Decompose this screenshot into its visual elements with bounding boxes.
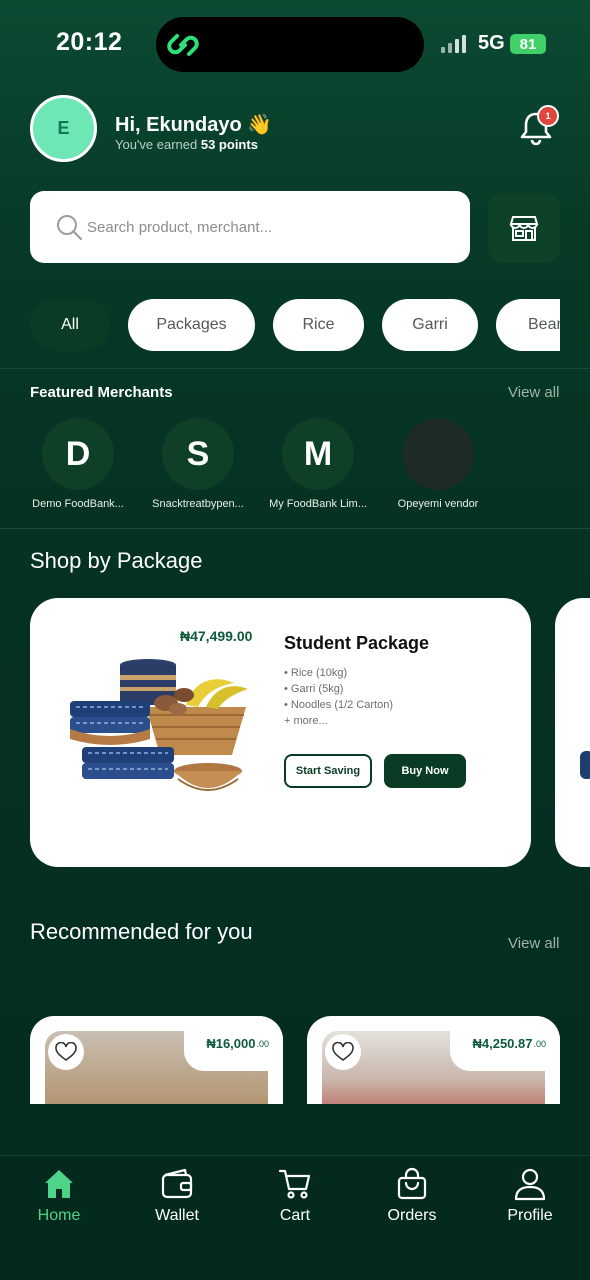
favorite-button[interactable] <box>48 1034 84 1070</box>
nav-wallet[interactable]: Wallet <box>132 1167 222 1225</box>
package-image-peek <box>580 751 590 779</box>
merchant-item[interactable]: M My FoodBank Lim... <box>263 418 373 510</box>
store-icon <box>509 216 539 241</box>
package-more[interactable]: + more... <box>284 713 393 729</box>
package-image <box>70 659 248 791</box>
favorite-button[interactable] <box>325 1034 361 1070</box>
merchant-avatar: S <box>162 418 234 490</box>
chip-beans[interactable]: Bean <box>496 299 560 351</box>
package-items-list: • Rice (10kg) • Garri (5kg) • Noodles (1… <box>284 665 393 729</box>
home-icon <box>45 1170 73 1198</box>
notification-badge: 1 <box>537 105 559 127</box>
battery-icon: 81 <box>510 34 546 54</box>
featured-view-all-link[interactable]: View all <box>508 384 559 401</box>
product-card[interactable]: ₦4,250.87.00 <box>307 1016 560 1104</box>
nav-orders[interactable]: Orders <box>367 1167 457 1225</box>
merchant-name: Opeyemi vendor <box>397 498 479 510</box>
heart-icon <box>332 1042 354 1061</box>
app-link-icon <box>167 34 199 56</box>
product-card[interactable]: ₦16,000.00 <box>30 1016 283 1104</box>
nav-label: Home <box>37 1207 81 1224</box>
recommended-title: Recommended for you <box>30 919 253 944</box>
merchant-item[interactable]: S Snacktreatbypen... <box>143 418 253 510</box>
recommended-view-all-link[interactable]: View all <box>508 935 559 952</box>
category-chips: All Packages Rice Garri Bean <box>30 299 560 351</box>
nav-profile[interactable]: Profile <box>485 1167 575 1225</box>
nav-label: Orders <box>387 1207 437 1224</box>
store-button[interactable] <box>488 193 560 263</box>
package-item: • Rice (10kg) <box>284 667 348 679</box>
nav-label: Cart <box>279 1207 311 1224</box>
merchant-name: Snacktreatbypen... <box>152 498 244 510</box>
product-price: ₦4,250.87.00 <box>450 1016 560 1071</box>
featured-merchants-title: Featured Merchants <box>30 384 173 401</box>
avatar[interactable]: E <box>30 95 97 162</box>
divider <box>0 368 590 369</box>
chip-rice[interactable]: Rice <box>273 299 364 351</box>
merchant-avatar: D <box>42 418 114 490</box>
chip-packages[interactable]: Packages <box>128 299 255 351</box>
merchant-avatar: M <box>282 418 354 490</box>
package-item: • Noodles (1/2 Carton) <box>284 699 394 711</box>
nav-cart[interactable]: Cart <box>250 1167 340 1225</box>
search-icon <box>57 215 83 241</box>
wallet-icon <box>161 1168 193 1199</box>
package-item: • Garri (5kg) <box>284 683 344 695</box>
cart-icon <box>278 1169 311 1199</box>
nav-label: Profile <box>507 1207 553 1224</box>
merchant-item[interactable]: D Demo FoodBank... <box>23 418 133 510</box>
signal-icon <box>441 35 466 53</box>
heart-icon <box>55 1042 77 1061</box>
product-price: ₦16,000.00 <box>184 1016 283 1071</box>
merchant-item[interactable]: Opeyemi vendor <box>383 418 493 510</box>
greeting: Hi, Ekundayo 👋 <box>115 114 273 136</box>
nav-label: Wallet <box>155 1207 199 1224</box>
package-price: ₦47,499.00 <box>180 628 253 644</box>
search-bar[interactable] <box>30 191 470 263</box>
profile-icon <box>514 1168 546 1201</box>
nav-home[interactable]: Home <box>14 1167 104 1225</box>
search-input[interactable] <box>87 218 447 236</box>
shop-by-package-title: Shop by Package <box>30 548 203 573</box>
status-time: 20:12 <box>56 28 123 56</box>
shopping-bag-icon <box>397 1167 427 1200</box>
chip-garri[interactable]: Garri <box>382 299 478 351</box>
start-saving-button[interactable]: Start Saving <box>284 754 372 788</box>
merchant-name: Demo FoodBank... <box>32 498 124 510</box>
chip-all[interactable]: All <box>30 299 110 351</box>
package-card-next[interactable] <box>555 598 590 867</box>
points-earned: You've earned 53 points <box>115 137 258 152</box>
merchant-name: My FoodBank Lim... <box>269 498 367 510</box>
divider <box>0 528 590 529</box>
buy-now-button[interactable]: Buy Now <box>384 754 466 788</box>
merchant-avatar <box>402 418 474 490</box>
package-name: Student Package <box>284 633 430 653</box>
network-type: 5G <box>478 32 505 54</box>
